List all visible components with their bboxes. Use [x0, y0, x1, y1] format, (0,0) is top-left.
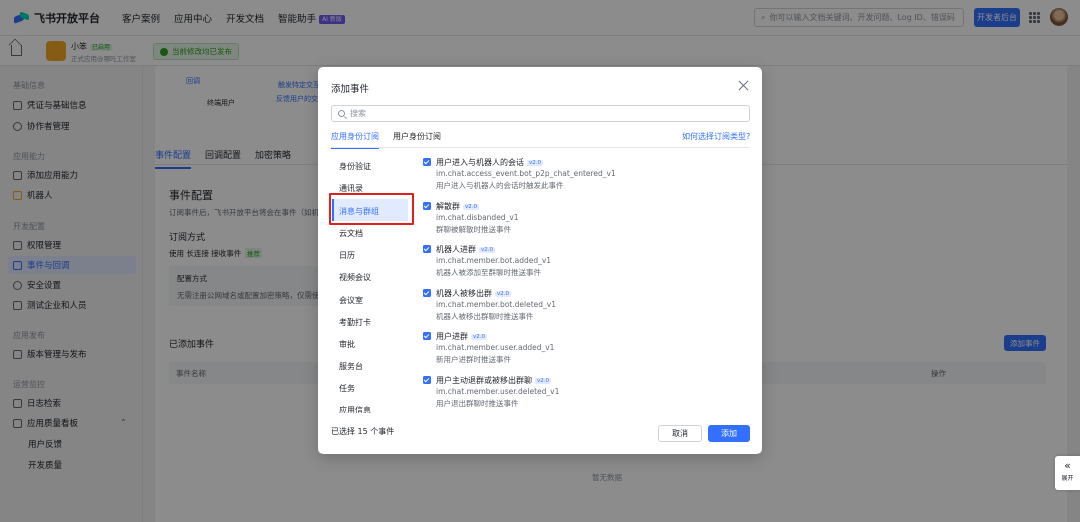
event-desc: 机器人被移出群聊时推送事件	[436, 312, 534, 321]
selected-count: 已选择 15 个事件	[331, 427, 395, 436]
add-button[interactable]: 添加	[708, 425, 750, 442]
category-attendance[interactable]: 考勤打卡	[339, 317, 371, 328]
event-desc: 群聊被解散时推送事件	[436, 225, 511, 234]
checkbox-checked-icon[interactable]	[423, 332, 431, 340]
event-desc: 新用户进群时推送事件	[436, 355, 511, 364]
category-app-info[interactable]: 应用信息	[339, 405, 371, 413]
event-code: im.chat.member.bot.added_v1	[436, 256, 552, 265]
category-video-meeting[interactable]: 视频会议	[339, 272, 371, 283]
event-desc: 机器人被添加至群聊时推送事件	[436, 268, 541, 277]
event-code: im.chat.member.user.deleted_v1	[436, 387, 560, 396]
checkbox-checked-icon[interactable]	[423, 289, 431, 297]
category-approval[interactable]: 审批	[339, 339, 355, 350]
version-badge: v2.0	[527, 160, 544, 166]
dialog-title: 添加事件	[331, 84, 370, 95]
event-search-input[interactable]: 搜索	[331, 105, 750, 122]
version-badge: v2.0	[495, 291, 512, 297]
event-desc: 用户退出群聊时推送事件	[436, 399, 519, 408]
version-badge: v2.0	[479, 247, 496, 253]
cancel-button[interactable]: 取消	[658, 425, 702, 442]
checkbox-checked-icon[interactable]	[423, 376, 431, 384]
category-meeting-room[interactable]: 会议室	[339, 295, 363, 306]
double-chevron-left-icon: «	[1064, 459, 1071, 472]
search-icon	[338, 110, 345, 117]
expand-panel-button[interactable]: « 展开	[1055, 456, 1080, 490]
category-task[interactable]: 任务	[339, 383, 355, 394]
highlight-box	[329, 193, 414, 225]
version-badge: v2.0	[535, 378, 552, 384]
category-auth[interactable]: 身份验证	[339, 161, 371, 172]
category-docs[interactable]: 云文档	[339, 228, 363, 239]
event-code: im.chat.access_event.bot_p2p_chat_entere…	[436, 169, 616, 178]
close-icon[interactable]	[738, 80, 749, 91]
version-badge: v2.0	[463, 204, 480, 210]
add-event-dialog: 添加事件 搜索 应用身份订阅 用户身份订阅 如何选择订阅类型? 身份验证 通讯录…	[318, 67, 762, 454]
event-code: im.chat.member.bot.deleted_v1	[436, 300, 556, 309]
event-desc: 用户进入与机器人的会话时触发此事件	[436, 181, 564, 190]
divider	[331, 147, 750, 148]
event-code: im.chat.member.user.added_v1	[436, 343, 555, 352]
category-helpdesk[interactable]: 服务台	[339, 361, 363, 372]
event-code: im.chat.disbanded_v1	[436, 213, 519, 222]
checkbox-checked-icon[interactable]	[423, 202, 431, 210]
help-link[interactable]: 如何选择订阅类型?	[682, 131, 750, 142]
version-badge: v2.0	[471, 334, 488, 340]
checkbox-checked-icon[interactable]	[423, 158, 431, 166]
checkbox-checked-icon[interactable]	[423, 245, 431, 253]
category-calendar[interactable]: 日历	[339, 250, 355, 261]
